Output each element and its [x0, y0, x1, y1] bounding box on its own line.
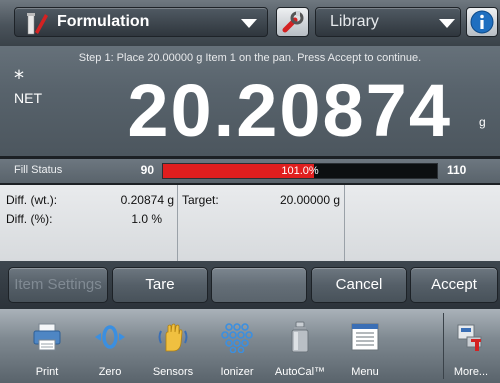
net-label: NET — [14, 90, 42, 106]
settings-wrench-button[interactable] — [276, 7, 309, 37]
quick-access-dock: Print Zero Sensors Ionizer AutoCal™ Menu… — [0, 309, 500, 383]
library-dropdown[interactable]: Library — [315, 7, 461, 37]
chevron-down-icon — [241, 19, 257, 28]
dock-item-ionizer[interactable]: Ionizer — [206, 309, 268, 383]
cancel-button[interactable]: Cancel — [311, 267, 407, 303]
softkey-bar: Item Settings Tare Cancel Accept — [0, 261, 500, 309]
application-name: Formulation — [57, 13, 150, 30]
fill-status-label: Fill Status — [14, 164, 63, 176]
column-divider — [344, 185, 345, 261]
dock-label: Zero — [98, 366, 122, 378]
column-divider — [177, 185, 178, 261]
instruction-text: Step 1: Place 20.00000 g Item 1 on the p… — [78, 52, 422, 64]
library-label: Library — [330, 13, 379, 30]
diff-percent-value: 1.0 % — [131, 212, 162, 226]
target-label: Target: — [182, 193, 219, 207]
application-dropdown[interactable]: Formulation — [14, 7, 268, 37]
diff-weight-value: 0.20874 g — [120, 193, 174, 207]
menu-list-icon — [351, 323, 379, 351]
accept-button[interactable]: Accept — [410, 267, 498, 303]
stability-indicator: * — [14, 66, 24, 90]
zero-icon — [95, 325, 125, 349]
weight-readout: 20.20874 — [127, 69, 452, 152]
dock-label: Menu — [351, 366, 379, 378]
fill-status-percent: 101.0% — [281, 165, 319, 177]
target-value: 20.00000 g — [279, 193, 340, 207]
tare-button[interactable]: Tare — [112, 267, 208, 303]
weight-display: Step 1: Place 20.00000 g Item 1 on the p… — [0, 46, 500, 156]
dock-item-autocal[interactable]: AutoCal™ — [269, 309, 331, 383]
dock-item-more[interactable]: More... — [440, 309, 500, 383]
fill-status-min: 90 — [140, 163, 154, 177]
fill-status-row: Fill Status 90 101.0% 110 — [0, 159, 500, 183]
info-button[interactable] — [466, 7, 498, 37]
info-icon — [470, 10, 494, 34]
formulation-icon — [27, 13, 48, 35]
item-settings-button[interactable]: Item Settings — [8, 267, 108, 303]
dock-item-menu[interactable]: Menu — [334, 309, 396, 383]
unit-label: g — [479, 115, 486, 129]
dock-label: Sensors — [152, 366, 194, 378]
more-icon — [457, 324, 482, 351]
ionizer-icon — [221, 323, 253, 353]
blank-softkey — [211, 267, 307, 303]
chevron-down-icon — [439, 19, 455, 28]
diff-weight-label: Diff. (wt.): — [6, 193, 58, 207]
dock-label: AutoCal™ — [274, 366, 326, 378]
dock-item-sensors[interactable]: Sensors — [142, 309, 204, 383]
dock-label: More... — [453, 366, 489, 378]
fill-status-bar: 101.0% — [162, 163, 438, 179]
info-panel: Diff. (wt.): 0.20874 g Diff. (%): 1.0 % … — [0, 185, 500, 261]
dock-label: Ionizer — [220, 366, 254, 378]
dock-item-zero[interactable]: Zero — [79, 309, 141, 383]
printer-icon — [33, 323, 61, 351]
calibration-weight-icon — [291, 321, 309, 353]
diff-percent-label: Diff. (%): — [6, 212, 53, 226]
wrench-icon — [282, 11, 304, 33]
dock-label: Print — [35, 366, 59, 378]
top-bar: Formulation Library — [0, 0, 500, 46]
dock-item-print[interactable]: Print — [16, 309, 78, 383]
sensors-hand-icon — [158, 323, 188, 352]
fill-status-max: 110 — [447, 163, 467, 177]
